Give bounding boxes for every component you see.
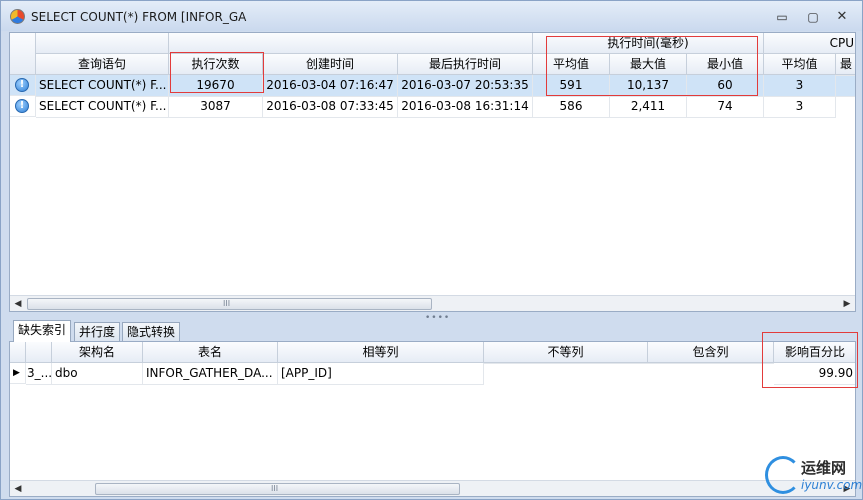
- cell-cpu-more[interactable]: [836, 96, 855, 97]
- tab-missing-index[interactable]: 缺失索引: [13, 320, 72, 342]
- header-group-cpu: CPU: [764, 33, 855, 54]
- close-button[interactable]: ✕: [833, 9, 851, 25]
- column-header-schema[interactable]: 架构名: [52, 342, 143, 363]
- cell-max[interactable]: 10,137: [610, 75, 687, 97]
- horizontal-scrollbar[interactable]: ◀ III ▶: [10, 295, 855, 311]
- row-indicator: !: [10, 75, 36, 96]
- header-blank-query: [36, 33, 169, 54]
- splitter-grip[interactable]: ••••: [425, 313, 450, 323]
- column-header-cpu-more[interactable]: 最: [836, 54, 855, 75]
- maximize-button[interactable]: ▢: [804, 9, 822, 25]
- cell-query[interactable]: SELECT COUNT(*) F...: [36, 75, 169, 97]
- column-header-max[interactable]: 最大值: [610, 54, 687, 75]
- cell-cpu-avg[interactable]: 3: [764, 75, 836, 97]
- column-header-impact[interactable]: 影响百分比: [774, 342, 855, 363]
- header-group-exec-time: 执行时间(毫秒): [533, 33, 764, 54]
- missing-index-grid: 架构名 表名 相等列 不等列 包含列 影响百分比 ▶ 3_... dbo INF…: [9, 341, 856, 497]
- cell-created[interactable]: 2016-03-04 07:16:47: [263, 75, 398, 97]
- cell-min[interactable]: 60: [687, 75, 764, 97]
- column-header-rowid[interactable]: [26, 342, 52, 363]
- cell-created[interactable]: 2016-03-08 07:33:45: [263, 96, 398, 118]
- row-indicator-header: [10, 33, 36, 75]
- cell-inequality[interactable]: [484, 363, 648, 364]
- query-stats-grid: 执行时间(毫秒) CPU 查询语句 执行次数 创建时间 最后执行时间 平均值 最…: [9, 32, 856, 312]
- cell-query[interactable]: SELECT COUNT(*) F...: [36, 96, 169, 118]
- cell-exec-count[interactable]: 3087: [169, 96, 263, 118]
- scroll-left-icon[interactable]: ◀: [10, 296, 26, 311]
- minimize-button[interactable]: ▭: [773, 9, 791, 25]
- column-header-last-exec[interactable]: 最后执行时间: [398, 54, 533, 75]
- column-header-include[interactable]: 包含列: [648, 342, 774, 363]
- info-icon: !: [15, 99, 29, 113]
- column-header-exec-count[interactable]: 执行次数: [169, 54, 263, 75]
- cell-avg[interactable]: 591: [533, 75, 610, 97]
- cell-max[interactable]: 2,411: [610, 96, 687, 118]
- column-header-table[interactable]: 表名: [143, 342, 278, 363]
- column-header-cpu-avg[interactable]: 平均值: [764, 54, 836, 75]
- watermark: 运维网 iyunv.com: [761, 453, 863, 499]
- watermark-logo-icon: [765, 456, 801, 494]
- cell-cpu-avg[interactable]: 3: [764, 96, 836, 118]
- column-header-created[interactable]: 创建时间: [263, 54, 398, 75]
- watermark-text-en: iyunv.com: [801, 478, 863, 492]
- scroll-right-icon[interactable]: ▶: [839, 296, 855, 311]
- cell-avg[interactable]: 586: [533, 96, 610, 118]
- header-blank-times: [169, 33, 533, 54]
- tab-parallelism[interactable]: 并行度: [74, 322, 121, 341]
- column-header-min[interactable]: 最小值: [687, 54, 764, 75]
- app-logo-icon: [10, 9, 25, 24]
- column-header-inequality[interactable]: 不等列: [484, 342, 648, 363]
- cell-table[interactable]: INFOR_GATHER_DA...: [143, 363, 278, 385]
- scroll-thumb[interactable]: III: [27, 298, 432, 310]
- cell-equality[interactable]: [APP_ID]: [278, 363, 484, 385]
- info-icon: !: [15, 78, 29, 92]
- title-bar: SELECT COUNT(*) FROM [INFOR_GA ▭ ▢ ✕: [1, 1, 862, 31]
- cell-min[interactable]: 74: [687, 96, 764, 118]
- cell-cpu-more[interactable]: [836, 75, 855, 76]
- column-header-query[interactable]: 查询语句: [36, 54, 169, 75]
- scroll-left-icon[interactable]: ◀: [10, 481, 26, 496]
- watermark-text-cn: 运维网: [801, 459, 847, 477]
- row-indicator: !: [10, 96, 36, 117]
- scroll-grip: III: [271, 484, 279, 493]
- app-window: SELECT COUNT(*) FROM [INFOR_GA ▭ ▢ ✕ 执行时…: [0, 0, 863, 500]
- column-header-avg[interactable]: 平均值: [533, 54, 610, 75]
- cell-schema[interactable]: dbo: [52, 363, 143, 385]
- cell-last-exec[interactable]: 2016-03-07 20:53:35: [398, 75, 533, 97]
- row-indicator-header: [10, 342, 26, 363]
- horizontal-scrollbar[interactable]: ◀ III ▶: [10, 480, 855, 496]
- scroll-thumb[interactable]: III: [95, 483, 460, 495]
- scroll-grip: III: [223, 299, 231, 308]
- cell-rowid[interactable]: 3_...: [26, 363, 52, 385]
- cell-last-exec[interactable]: 2016-03-08 16:31:14: [398, 96, 533, 118]
- current-row-indicator-icon: ▶: [10, 363, 26, 384]
- tab-implicit-conversion[interactable]: 隐式转换: [122, 322, 181, 341]
- column-header-equality[interactable]: 相等列: [278, 342, 484, 363]
- cell-include[interactable]: [648, 363, 774, 364]
- window-title: SELECT COUNT(*) FROM [INFOR_GA: [31, 10, 247, 24]
- cell-exec-count[interactable]: 19670: [169, 75, 263, 97]
- cell-impact[interactable]: 99.90: [774, 363, 855, 385]
